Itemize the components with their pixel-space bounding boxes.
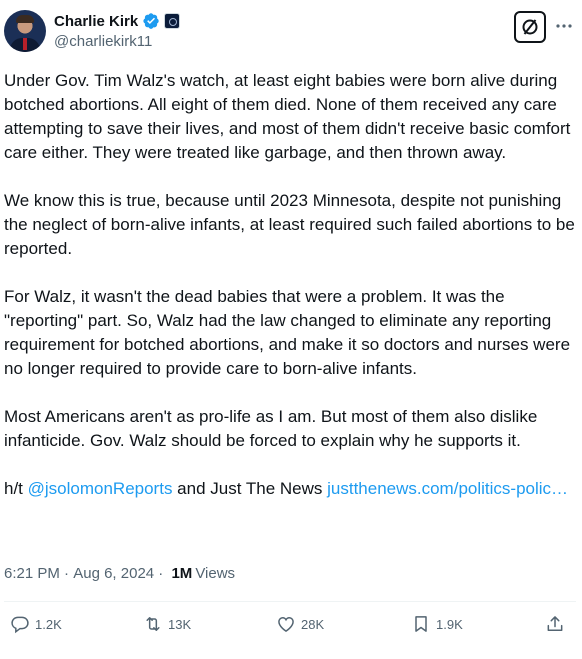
author-display-name[interactable]: Charlie Kirk [54, 13, 138, 30]
avatar[interactable] [4, 10, 46, 52]
name-row: Charlie Kirk [54, 11, 181, 31]
bookmark-button[interactable]: 1.9K [411, 612, 463, 636]
reply-button[interactable]: 1.2K [10, 612, 62, 636]
credit-prefix: h/t [4, 479, 28, 498]
views-label: Views [195, 564, 236, 582]
tweet-paragraph: Most Americans aren't as pro-life as I a… [4, 407, 538, 450]
views-count[interactable]: 1M [171, 565, 192, 582]
tweet-header: Charlie Kirk @charliekirk11 [4, 10, 574, 54]
tweet-card: Charlie Kirk @charliekirk11 Under Gov. T… [0, 0, 582, 659]
article-link[interactable]: justthenews.com/politics-polic… [327, 479, 568, 498]
tweet-time[interactable]: 6:21 PM [4, 565, 60, 582]
tweet-credit-line: h/t @jsolomonReports and Just The News j… [4, 477, 576, 501]
grok-button[interactable] [514, 11, 546, 43]
tweet-meta: 6:21 PM · Aug 6, 2024 · 1M Views [4, 563, 235, 583]
tweet-paragraph: We know this is true, because until 2023… [4, 191, 575, 258]
like-button[interactable]: 28K [276, 612, 324, 636]
more-options-button[interactable] [554, 16, 574, 36]
heart-icon [278, 616, 294, 632]
bookmark-count: 1.9K [436, 616, 463, 632]
more-icon [556, 24, 572, 28]
repost-count: 13K [168, 616, 192, 632]
tweet-paragraph: For Walz, it wasn't the dead babies that… [4, 287, 571, 378]
meta-separator: · [59, 564, 74, 582]
share-button[interactable] [545, 612, 565, 636]
meta-separator: · [154, 564, 168, 582]
avatar-tie [23, 38, 27, 50]
tweet-date[interactable]: Aug 6, 2024 [73, 565, 154, 582]
repost-icon [146, 617, 160, 631]
bookmark-icon [415, 616, 427, 632]
divider [4, 601, 576, 602]
avatar-hair [16, 15, 34, 23]
mention-link[interactable]: @jsolomonReports [28, 479, 173, 498]
author-info: Charlie Kirk @charliekirk11 [54, 11, 181, 50]
author-handle[interactable]: @charliekirk11 [54, 33, 180, 50]
share-icon [547, 616, 563, 631]
affiliation-badge-icon[interactable] [164, 13, 181, 29]
tweet-text: Under Gov. Tim Walz's watch, at least ei… [4, 69, 576, 525]
verified-badge-icon [143, 13, 159, 29]
reply-count: 1.2K [35, 616, 62, 632]
repost-button[interactable]: 13K [143, 612, 191, 636]
action-bar: 1.2K 13K 28K 1.9K [0, 612, 582, 636]
credit-middle: and Just The News [172, 479, 328, 498]
reply-icon [11, 616, 29, 634]
like-count: 28K [301, 616, 325, 632]
tweet-paragraph: Under Gov. Tim Walz's watch, at least ei… [4, 71, 571, 162]
grok-icon [522, 19, 538, 35]
